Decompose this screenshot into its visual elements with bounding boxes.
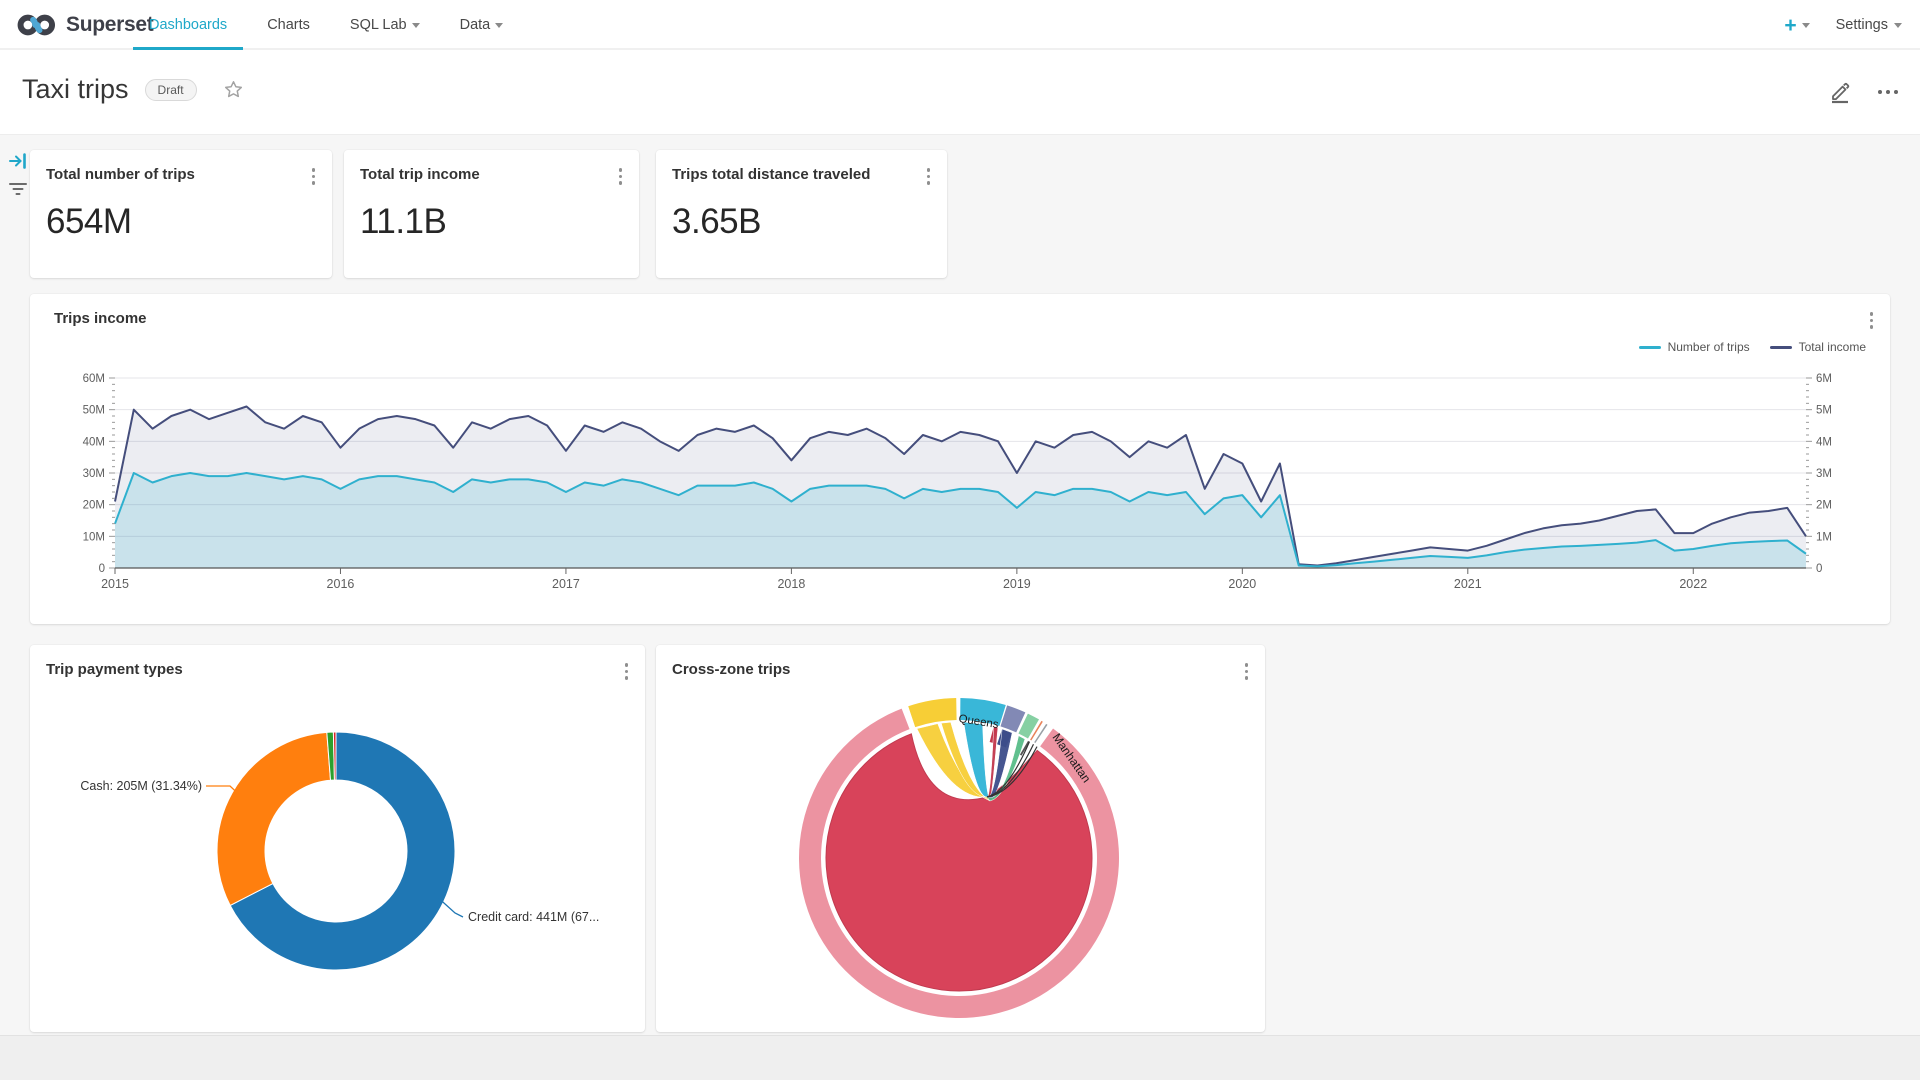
svg-text:6M: 6M (1816, 373, 1832, 385)
nav-right-actions: + Settings (1784, 0, 1902, 50)
chevron-down-icon (1894, 23, 1902, 28)
kpi-value: 654M (46, 202, 132, 242)
pencil-icon (1828, 80, 1852, 104)
callout-label-cash: Cash: 205M (31.34%) (80, 779, 202, 793)
kpi-value: 3.65B (672, 202, 761, 242)
svg-text:60M: 60M (83, 373, 105, 385)
chart-kebab-menu[interactable] (308, 164, 320, 189)
payment-types-chart-card: Trip payment types Cash: 205M (31.34%) C… (30, 645, 645, 1032)
bottom-strip (0, 1035, 1920, 1080)
svg-text:2M: 2M (1816, 500, 1832, 512)
svg-text:10M: 10M (83, 531, 105, 543)
svg-text:3M: 3M (1816, 468, 1832, 480)
trips-income-line-chart[interactable]: 0 0 10M 1M 20M 2M 30M 3M 40M 4M 50M 5M 60M 6M 2015 2016… (30, 294, 1890, 624)
top-navbar: Superset Dashboards Charts SQL Lab Data … (0, 0, 1920, 50)
dashboard-more-menu[interactable] (1878, 90, 1898, 94)
superset-infinity-icon (16, 10, 58, 40)
chevron-down-icon (412, 23, 420, 28)
svg-text:2017: 2017 (552, 577, 580, 591)
svg-text:50M: 50M (83, 405, 105, 417)
cross-zone-chord-chart[interactable]: Queens Manhattan (656, 645, 1265, 1032)
page-title: Taxi trips (22, 74, 129, 105)
svg-text:0: 0 (99, 563, 105, 575)
callout-label-credit: Credit card: 441M (67... (468, 910, 599, 924)
chart-kebab-menu[interactable] (615, 164, 627, 189)
svg-text:2019: 2019 (1003, 577, 1031, 591)
kpi-card-trip-income: Total trip income 11.1B (344, 150, 639, 278)
superset-dashboard-page: Superset Dashboards Charts SQL Lab Data … (0, 0, 1920, 1080)
expand-filter-bar-icon[interactable] (8, 151, 30, 176)
chevron-down-icon (1802, 23, 1810, 28)
tab-dashboards[interactable]: Dashboards (147, 0, 229, 50)
kpi-title: Total number of trips (46, 166, 195, 183)
svg-text:2018: 2018 (777, 577, 805, 591)
dashboard-header: Taxi trips Draft (0, 50, 1920, 135)
chart-kebab-menu[interactable] (923, 164, 935, 189)
payment-types-donut-chart[interactable]: Cash: 205M (31.34%) Credit card: 441M (6… (30, 645, 645, 1032)
kpi-title: Trips total distance traveled (672, 166, 870, 183)
status-badge: Draft (145, 79, 197, 101)
svg-text:2022: 2022 (1679, 577, 1707, 591)
settings-menu[interactable]: Settings (1836, 17, 1902, 33)
trips-income-chart-card: Trips income Number of trips Total incom… (30, 294, 1890, 624)
svg-text:5M: 5M (1816, 405, 1832, 417)
kpi-card-total-distance: Trips total distance traveled 3.65B (656, 150, 947, 278)
svg-text:0: 0 (1816, 563, 1822, 575)
filter-funnel-icon[interactable] (7, 179, 29, 204)
svg-text:2021: 2021 (1454, 577, 1482, 591)
svg-text:1M: 1M (1816, 531, 1832, 543)
svg-text:4M: 4M (1816, 436, 1832, 448)
chevron-down-icon (495, 23, 503, 28)
cross-zone-chart-card: Cross-zone trips Queens Manhattan (656, 645, 1265, 1032)
edit-dashboard-button[interactable] (1828, 80, 1852, 104)
kpi-title: Total trip income (360, 166, 480, 183)
dashboard-body: Total number of trips 654M Total trip in… (0, 135, 1920, 1080)
kpi-value: 11.1B (360, 202, 446, 242)
new-item-button[interactable]: + (1784, 15, 1809, 36)
tab-sql-lab[interactable]: SQL Lab (348, 0, 422, 50)
superset-logo[interactable]: Superset (16, 10, 153, 40)
tab-data[interactable]: Data (458, 0, 506, 50)
svg-text:20M: 20M (83, 500, 105, 512)
kpi-card-total-trips: Total number of trips 654M (30, 150, 332, 278)
svg-text:2016: 2016 (327, 577, 355, 591)
svg-text:2015: 2015 (101, 577, 129, 591)
svg-text:2020: 2020 (1228, 577, 1256, 591)
nav-tabs: Dashboards Charts SQL Lab Data (147, 0, 505, 50)
tab-charts[interactable]: Charts (265, 0, 312, 50)
favorite-star-icon[interactable] (223, 79, 244, 100)
svg-text:30M: 30M (83, 468, 105, 480)
brand-name: Superset (66, 13, 153, 37)
svg-text:40M: 40M (83, 436, 105, 448)
plus-icon: + (1784, 15, 1796, 36)
